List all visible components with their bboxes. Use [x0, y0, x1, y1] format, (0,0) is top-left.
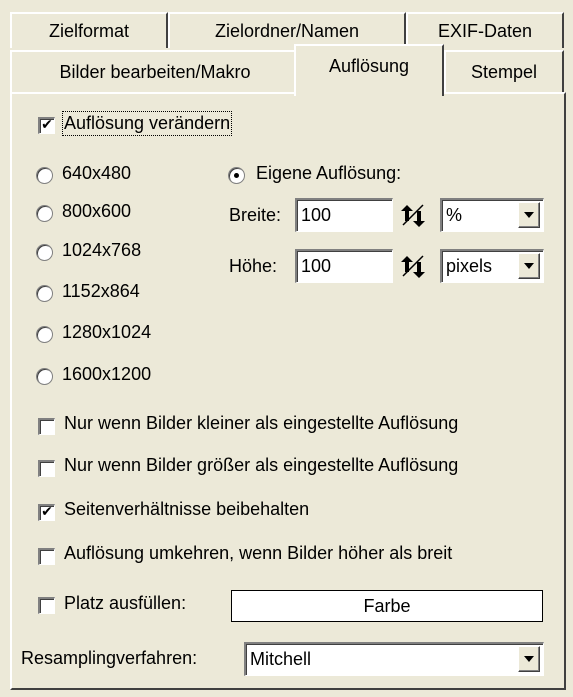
- invert-resolution-label[interactable]: Auflösung umkehren, wenn Bilder höher al…: [64, 543, 452, 564]
- custom-resolution-label[interactable]: Eigene Auflösung:: [256, 163, 401, 184]
- preset-label[interactable]: 1024x768: [62, 240, 141, 261]
- fill-space-label[interactable]: Platz ausfüllen:: [64, 593, 186, 614]
- tab-zielformat[interactable]: Zielformat: [10, 12, 168, 48]
- tab-label: Zielordner/Namen: [214, 20, 360, 41]
- only-larger-label[interactable]: Nur wenn Bilder größer als eingestellte …: [64, 455, 458, 476]
- color-button-label: Farbe: [363, 595, 411, 616]
- preset-label[interactable]: 1152x864: [62, 281, 140, 302]
- chevron-down-icon: [524, 656, 534, 662]
- preset-label[interactable]: 800x600: [62, 201, 131, 222]
- resampling-dropdown-button[interactable]: [518, 646, 540, 672]
- preset-radio-1152x864[interactable]: [36, 285, 53, 302]
- height-spin-button[interactable]: [398, 251, 428, 281]
- keep-aspect-ratio-checkbox[interactable]: ✔: [38, 504, 55, 521]
- tab-exif-daten[interactable]: EXIF-Daten: [406, 12, 564, 48]
- width-spin-button[interactable]: [398, 200, 428, 230]
- tab-label: Stempel: [470, 61, 538, 82]
- preset-label[interactable]: 1280x1024: [62, 322, 151, 343]
- height-label: Höhe:: [229, 256, 278, 276]
- width-unit-dropdown-button[interactable]: [518, 202, 540, 228]
- resampling-label: Resamplingverfahren:: [21, 648, 198, 668]
- tab-aufloesung[interactable]: Auflösung: [294, 44, 444, 96]
- change-resolution-label[interactable]: Auflösung verändern: [61, 111, 233, 136]
- spin-arrows-icon: [401, 255, 425, 278]
- preset-label[interactable]: 640x480: [62, 163, 131, 184]
- custom-resolution-radio[interactable]: [228, 167, 245, 184]
- tab-label: Zielformat: [48, 20, 129, 41]
- spin-arrows-icon: [401, 204, 425, 227]
- keep-aspect-ratio-label[interactable]: Seitenverhältnisse beibehalten: [64, 499, 309, 520]
- preset-radio-1600x1200[interactable]: [36, 368, 53, 385]
- fill-space-checkbox[interactable]: [38, 597, 55, 614]
- chevron-down-icon: [524, 263, 534, 269]
- invert-resolution-checkbox[interactable]: [38, 548, 55, 565]
- only-smaller-label[interactable]: Nur wenn Bilder kleiner als eingestellte…: [64, 413, 458, 434]
- preset-label[interactable]: 1600x1200: [62, 364, 151, 385]
- preset-radio-1024x768[interactable]: [36, 244, 53, 261]
- only-smaller-checkbox[interactable]: [38, 418, 55, 435]
- preset-radio-640x480[interactable]: [36, 167, 53, 184]
- tab-label: Bilder bearbeiten/Makro: [59, 61, 251, 82]
- tab-zielordner-namen[interactable]: Zielordner/Namen: [168, 12, 406, 48]
- height-unit-dropdown-button[interactable]: [518, 253, 540, 279]
- tab-bilder-bearbeiten-makro[interactable]: Bilder bearbeiten/Makro: [10, 50, 300, 92]
- change-resolution-checkbox[interactable]: ✔: [38, 117, 55, 134]
- preset-radio-800x600[interactable]: [36, 205, 53, 222]
- preset-radio-1280x1024[interactable]: [36, 326, 53, 343]
- chevron-down-icon: [524, 212, 534, 218]
- color-button[interactable]: Farbe: [231, 590, 543, 622]
- width-label: Breite:: [229, 205, 282, 225]
- height-input[interactable]: 100: [295, 249, 393, 283]
- tab-label: EXIF-Daten: [437, 20, 533, 41]
- tab-label: Auflösung: [328, 55, 410, 76]
- resampling-select[interactable]: Mitchell: [244, 642, 544, 676]
- width-input[interactable]: 100: [295, 198, 393, 232]
- only-larger-checkbox[interactable]: [38, 460, 55, 477]
- tab-stempel[interactable]: Stempel: [444, 50, 564, 92]
